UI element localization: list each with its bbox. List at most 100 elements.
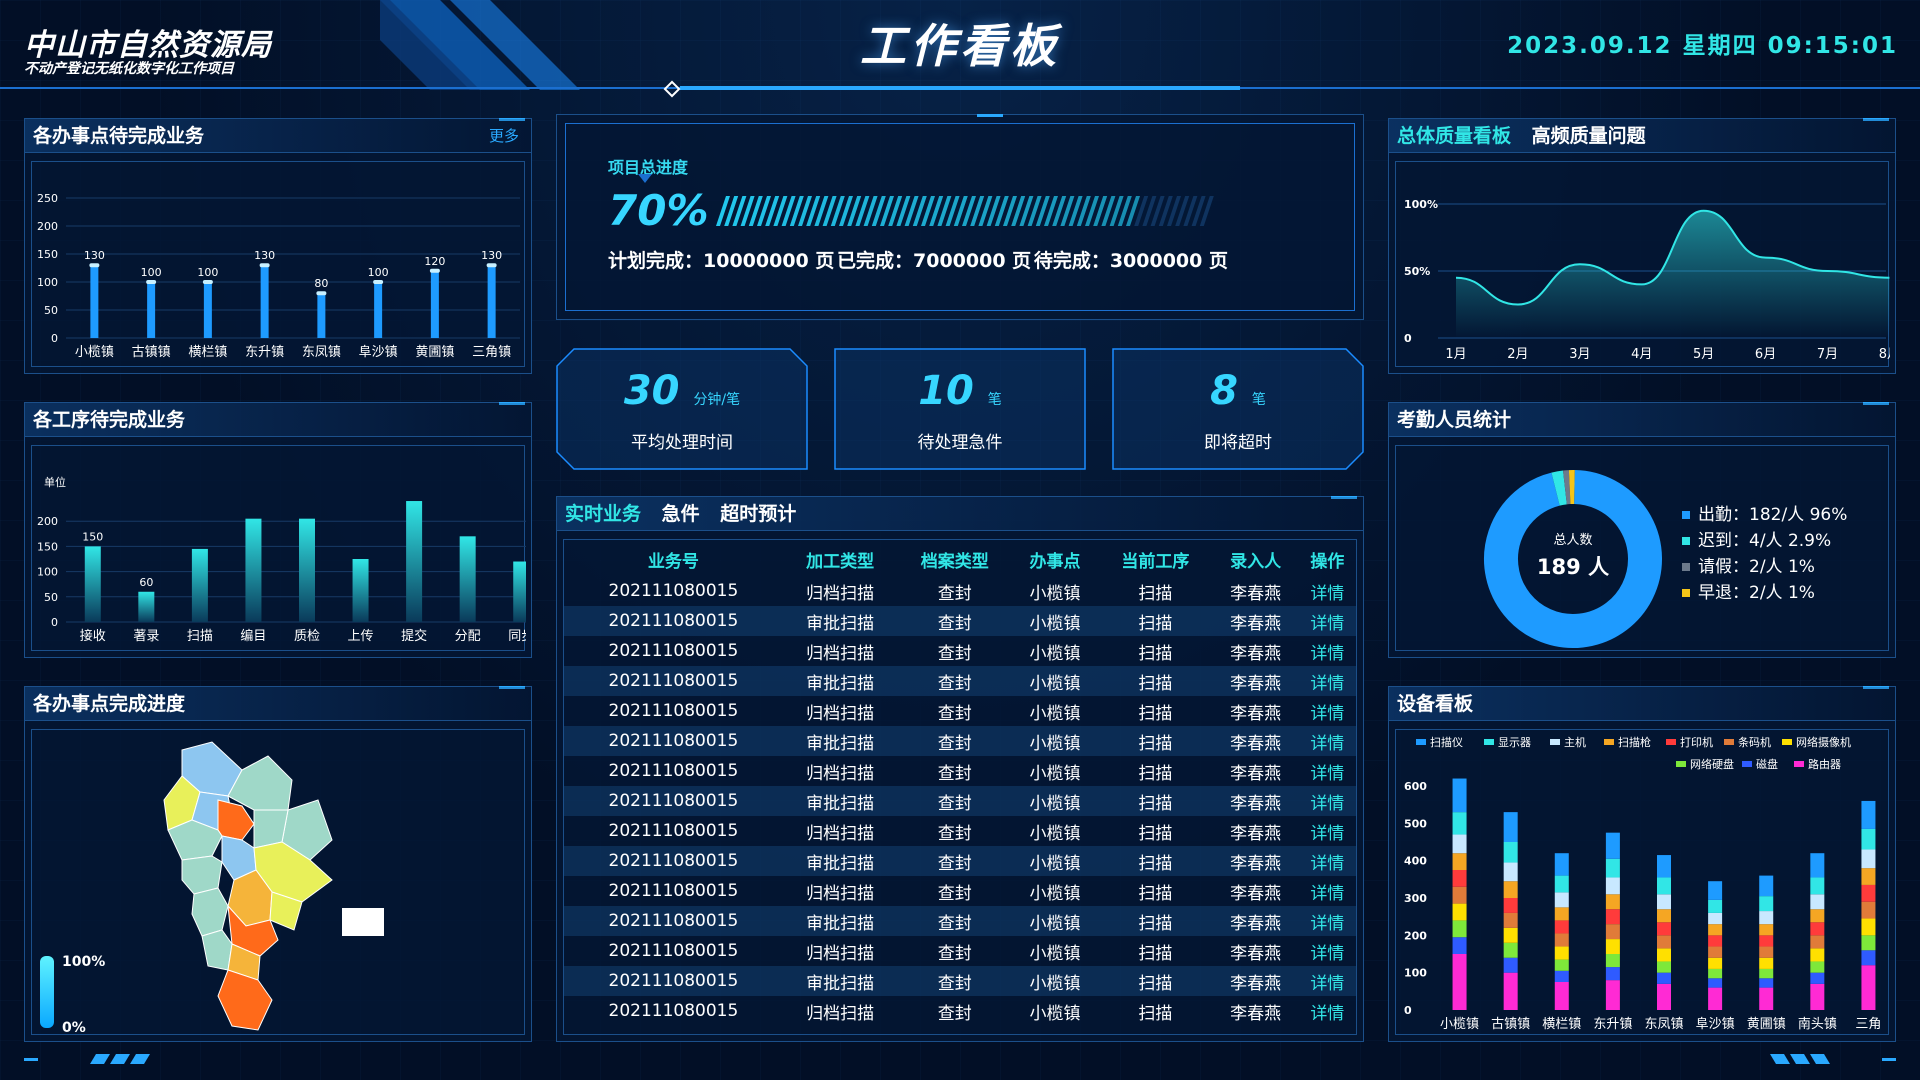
map-district[interactable]: [191, 887, 229, 937]
table-header: 办事点: [1029, 551, 1081, 572]
bar-cap: [202, 280, 213, 284]
legend-label: 早退：2/人 1%: [1698, 583, 1815, 603]
map-district[interactable]: [217, 969, 273, 1031]
stacked-segment: [1452, 834, 1467, 854]
table-row: 202111080015 归档扫描 查封 小榄镇 扫描 李春燕 详情: [564, 816, 1356, 846]
detail-link[interactable]: 详情: [1298, 846, 1356, 876]
stacked-segment: [1605, 832, 1620, 859]
progress-legend-bar: [40, 956, 54, 1028]
detail-link[interactable]: 详情: [1299, 696, 1356, 726]
stacked-segment: [1605, 909, 1620, 925]
data-label: 130: [254, 249, 275, 262]
detail-link[interactable]: 详情: [1299, 756, 1356, 786]
tab-urgent[interactable]: 急件: [662, 503, 700, 525]
table-cell: 审批扫描: [782, 726, 898, 756]
y-tick-label: 0: [1404, 1004, 1412, 1017]
detail-link[interactable]: 详情: [1298, 786, 1356, 816]
table-cell: 归档扫描: [806, 703, 875, 724]
table-cell: 202111080015: [564, 726, 783, 756]
table-cell: 扫描: [1098, 906, 1213, 936]
more-link[interactable]: 更多: [489, 119, 519, 153]
stacked-segment: [1503, 942, 1518, 958]
kpi-value: 30: [623, 368, 680, 414]
stacked-segment: [1861, 918, 1876, 936]
legend-swatch: [1666, 739, 1676, 745]
legend-swatch: [1682, 511, 1690, 519]
detail-link[interactable]: 详情: [1299, 996, 1356, 1026]
legend-label: 磁盘: [1756, 757, 1778, 771]
detail-link[interactable]: 详情: [1299, 636, 1356, 666]
stacked-segment: [1452, 853, 1467, 870]
x-tick-label: 三角: [1855, 1017, 1881, 1032]
x-tick-label: 东凤镇: [1644, 1017, 1683, 1032]
table-header: 当前工序: [1121, 551, 1190, 572]
tab-timeout[interactable]: 超时预计: [720, 503, 796, 525]
data-label: 150: [82, 530, 103, 543]
stacked-segment: [1759, 978, 1774, 988]
stacked-segment: [1503, 912, 1518, 928]
legend-swatch: [1484, 739, 1494, 745]
table-cell: 查封: [897, 906, 1013, 936]
plan-count: 计划完成：10000000 页: [608, 250, 835, 272]
table-header: 加工类型: [806, 551, 875, 572]
table-cell: 202111080015: [608, 941, 739, 961]
project-progress-panel: 项目总进度 70% 计划完成：10000000 页 已完成：7000000 页 …: [556, 114, 1364, 320]
done-count: 已完成：7000000 页: [837, 250, 1032, 272]
stacked-segment: [1605, 939, 1620, 954]
table-cell: 202111080015: [608, 821, 739, 841]
table-cell: 小榄镇: [1012, 726, 1099, 756]
table-row: 202111080015 归档扫描 查封 小榄镇 扫描 李春燕 详情: [564, 936, 1356, 966]
legend-label: 网络摄像机: [1796, 735, 1851, 749]
stacked-segment: [1452, 812, 1467, 835]
detail-link[interactable]: 详情: [1299, 936, 1356, 966]
legend-label: 出勤：182/人 96%: [1698, 505, 1848, 525]
attendance-legend-item: 迟到：4/人 2.9%: [1682, 528, 1847, 554]
legend-swatch: [1682, 563, 1690, 571]
tab-realtime[interactable]: 实时业务: [565, 503, 641, 525]
quality-chart: 0 50% 100% 1月 2月 3月 4月 5月 6月 7月 8月: [1404, 198, 1900, 362]
table-cell: 归档扫描: [806, 643, 875, 664]
detail-link[interactable]: 详情: [1298, 666, 1356, 696]
table-cell: 查封: [897, 606, 1013, 636]
bar: [406, 501, 423, 622]
table-cell: 扫描: [1138, 823, 1173, 844]
stacked-segment: [1554, 933, 1569, 947]
tab-quality-issues[interactable]: 高频质量问题: [1532, 125, 1646, 147]
detail-link[interactable]: 详情: [1299, 576, 1356, 606]
stacked-segment: [1708, 881, 1723, 900]
stacked-segment: [1810, 909, 1825, 923]
table-cell: 查封: [897, 846, 1013, 876]
x-tick-label: 3月: [1569, 347, 1590, 362]
stacked-segment: [1657, 922, 1671, 936]
table-row: 202111080015 审批扫描 查封 小榄镇 扫描 李春燕 详情: [564, 666, 1356, 696]
stacked-segment: [1810, 972, 1825, 984]
quality-panel: 总体质量看板 高频质量问题 0 50% 100% 1月 2月 3月 4月 5月 6月 7月 8月: [1388, 118, 1900, 374]
detail-link[interactable]: 详情: [1298, 726, 1356, 756]
table-cell: 审批扫描: [782, 606, 898, 636]
data-label: 60: [139, 576, 153, 589]
table-cell: 审批扫描: [782, 786, 898, 816]
stacked-segment: [1657, 855, 1671, 878]
detail-link[interactable]: 详情: [1299, 816, 1356, 846]
table-header: 录入人: [1230, 551, 1282, 572]
stacked-segment: [1554, 959, 1569, 971]
bar-cap: [89, 263, 100, 268]
stacked-segment: [1605, 894, 1620, 910]
table-cell: 扫描: [1138, 763, 1173, 784]
detail-link[interactable]: 详情: [1299, 876, 1356, 906]
table-row: 202111080015 审批扫描 查封 小榄镇 扫描 李春燕 详情: [564, 726, 1356, 756]
legend-swatch: [1742, 761, 1752, 767]
detail-link[interactable]: 详情: [1298, 906, 1356, 936]
stacked-segment: [1452, 903, 1467, 921]
detail-link[interactable]: 详情: [1298, 606, 1356, 636]
table-cell: 小榄镇: [1012, 906, 1099, 936]
kpi-value: 10: [918, 368, 974, 414]
map-district[interactable]: [227, 755, 293, 811]
table-cell: 李春燕: [1212, 846, 1299, 876]
y-axis-unit: 单位: [44, 475, 66, 489]
donut-center-value: 189 人: [1537, 555, 1609, 579]
map-district[interactable]: [201, 929, 233, 971]
stacked-segment: [1657, 894, 1671, 910]
tab-quality-overview[interactable]: 总体质量看板: [1397, 125, 1511, 147]
detail-link[interactable]: 详情: [1298, 966, 1356, 996]
